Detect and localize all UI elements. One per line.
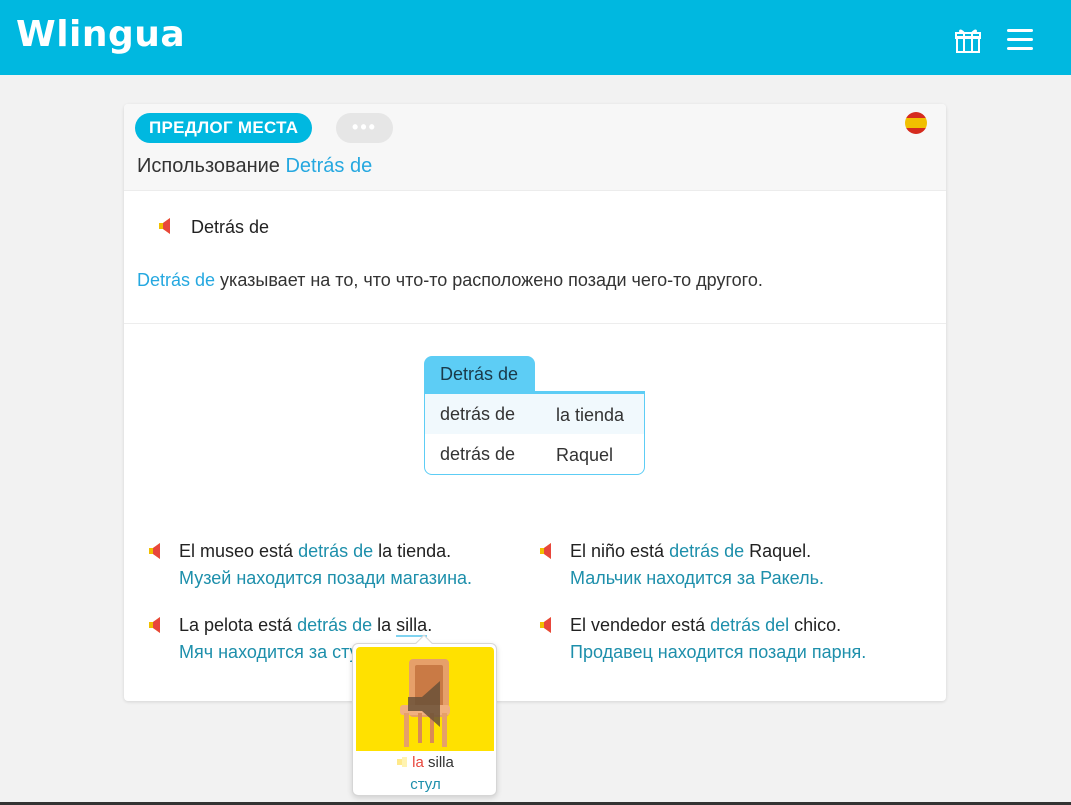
term-row: Detrás de bbox=[158, 217, 269, 238]
table-cell: la tienda bbox=[556, 405, 625, 425]
menu-icon[interactable] bbox=[1007, 29, 1035, 53]
app-logo[interactable]: Wlingua bbox=[16, 14, 185, 55]
lesson-card: ПРЕДЛОГ МЕСТА ••• Использование Detrás d… bbox=[124, 104, 946, 701]
highlight-term[interactable]: detrás de bbox=[297, 615, 372, 635]
lesson-title: Использование Detrás de bbox=[137, 155, 372, 178]
definition: Detrás de указывает на то, что что-то ра… bbox=[137, 270, 763, 291]
popover-word-text: silla bbox=[423, 754, 454, 771]
example-item: El vendedor está detrás del chico. Прода… bbox=[540, 612, 867, 666]
popover-translation: стул bbox=[410, 776, 441, 793]
example-translation: Мальчик находится за Ракель. bbox=[570, 568, 824, 588]
table-row: detrás de la tienda bbox=[425, 394, 644, 434]
highlight-term[interactable]: detrás de bbox=[669, 541, 744, 561]
speaker-icon[interactable] bbox=[397, 757, 408, 767]
popover-article: la bbox=[412, 754, 424, 771]
spain-flag-icon bbox=[905, 112, 927, 134]
top-bar: Wlingua bbox=[0, 0, 1071, 75]
example-spanish: El vendedor está detrás del chico. bbox=[570, 615, 842, 635]
word-popover[interactable]: la silla стул bbox=[352, 634, 498, 796]
gift-icon[interactable] bbox=[954, 26, 982, 54]
term-text: Detrás de bbox=[191, 217, 270, 237]
definition-text: указывает на то, что что-то расположено … bbox=[215, 270, 763, 290]
divider bbox=[124, 323, 946, 324]
vocab-word[interactable]: silla bbox=[396, 615, 428, 637]
table-cell: Raquel bbox=[556, 445, 614, 465]
example-translation: Музей находится позади магазина. bbox=[179, 568, 473, 588]
example-spanish: La pelota está detrás de la silla. bbox=[179, 615, 433, 637]
example-spanish: El museo está detrás de la tienda. bbox=[179, 541, 452, 561]
speaker-icon[interactable] bbox=[539, 616, 557, 634]
usage-table: detrás de la tienda detrás de Raquel bbox=[424, 391, 645, 475]
highlight-term[interactable]: detrás de bbox=[298, 541, 373, 561]
table-row: detrás de Raquel bbox=[425, 434, 644, 474]
example-item: El museo está detrás de la tienda. Музей… bbox=[149, 538, 473, 592]
table-cell: detrás de bbox=[440, 404, 516, 424]
example-item: El niño está detrás de Raquel. Мальчик н… bbox=[540, 538, 824, 592]
speaker-icon[interactable] bbox=[539, 542, 557, 560]
lesson-header: ПРЕДЛОГ МЕСТА ••• Использование Detrás d… bbox=[124, 104, 946, 191]
title-prefix: Использование bbox=[137, 155, 280, 177]
chair-icon bbox=[356, 647, 494, 751]
table-cell: detrás de bbox=[440, 444, 516, 464]
speaker-icon[interactable] bbox=[148, 616, 166, 634]
definition-term: Detrás de bbox=[137, 270, 216, 290]
speaker-icon[interactable] bbox=[148, 542, 166, 560]
title-term: Detrás de bbox=[285, 155, 373, 177]
table-header: Detrás de bbox=[424, 356, 535, 393]
more-button[interactable]: ••• bbox=[336, 113, 393, 143]
example-spanish: El niño está detrás de Raquel. bbox=[570, 541, 812, 561]
highlight-term[interactable]: detrás del bbox=[710, 615, 789, 635]
topic-badge[interactable]: ПРЕДЛОГ МЕСТА bbox=[135, 113, 313, 143]
speaker-icon[interactable] bbox=[158, 217, 176, 235]
example-translation: Продавец находится позади парня. bbox=[570, 642, 867, 662]
popover-word: la silla bbox=[353, 754, 498, 771]
